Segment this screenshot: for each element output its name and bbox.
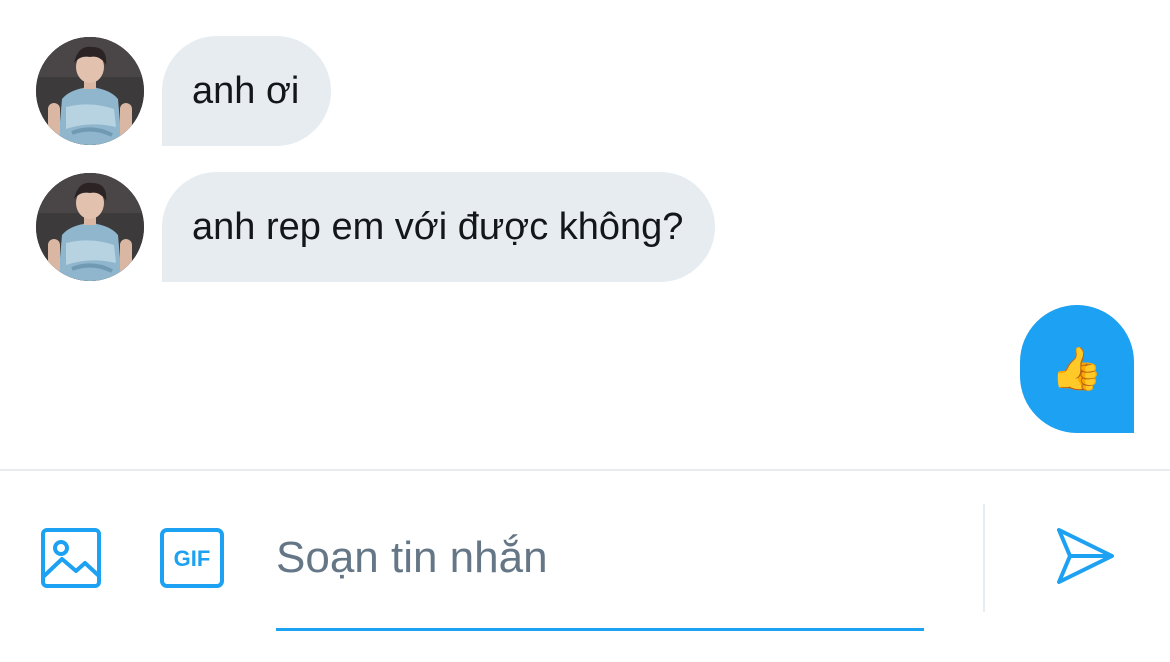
message-bubble-incoming[interactable]: anh rep em với được không?	[162, 172, 716, 282]
message-bubble-incoming[interactable]: anh ơi	[162, 36, 332, 146]
message-bubble-outgoing[interactable]: 👍	[1020, 305, 1134, 433]
send-button[interactable]	[1052, 523, 1118, 589]
image-icon	[41, 528, 101, 588]
gif-icon: GIF	[160, 528, 224, 588]
input-underline	[276, 628, 924, 631]
composer-separator	[983, 504, 985, 612]
avatar-photo	[36, 173, 144, 281]
avatar[interactable]	[36, 173, 144, 281]
add-image-button[interactable]	[38, 525, 104, 591]
avatar-photo	[36, 37, 144, 145]
avatar[interactable]	[36, 37, 144, 145]
send-icon	[1057, 528, 1114, 584]
add-gif-button[interactable]: GIF	[158, 525, 226, 591]
message-row-incoming: anh ơi	[36, 36, 332, 146]
thumbs-up-emoji: 👍	[1050, 344, 1104, 393]
conversation-area: anh ơi anh rep em với được không? 👍	[0, 0, 1170, 468]
gif-label: GIF	[174, 546, 211, 571]
message-row-incoming: anh rep em với được không?	[36, 172, 716, 282]
message-input[interactable]	[276, 523, 924, 593]
message-input-wrapper	[276, 511, 924, 631]
message-composer: GIF	[0, 471, 1170, 662]
